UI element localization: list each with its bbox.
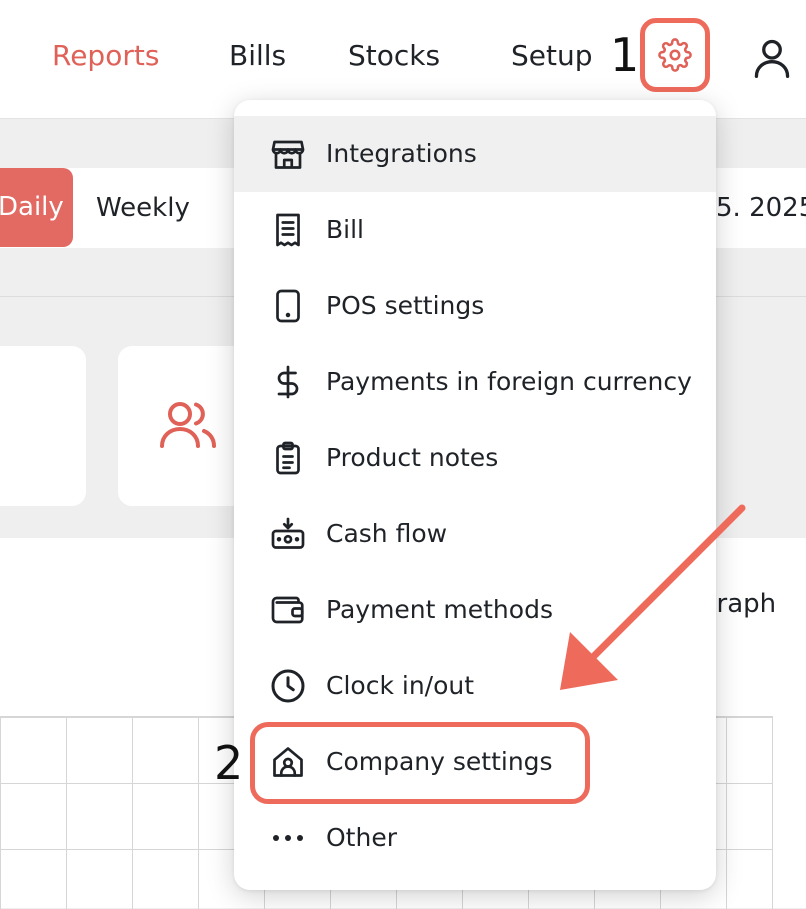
user-icon[interactable] xyxy=(750,36,794,80)
clipboard-icon xyxy=(276,441,300,475)
cash-register-icon xyxy=(271,517,305,549)
dollar-icon xyxy=(277,365,299,399)
menu-item-bill[interactable]: Bill xyxy=(234,192,716,268)
wallet-icon xyxy=(271,596,304,624)
menu-item-integrations[interactable]: Integrations xyxy=(234,116,716,192)
date-range-text[interactable]: 5. 2025 xyxy=(716,188,806,228)
store-icon xyxy=(271,140,305,169)
menu-item-other[interactable]: Other xyxy=(234,800,716,876)
annotation-arrow-icon xyxy=(560,504,746,690)
menu-item-label: Integrations xyxy=(326,139,477,168)
company-settings-highlight xyxy=(250,722,590,804)
daily-label: Daily xyxy=(0,192,64,222)
nav-setup[interactable]: Setup xyxy=(511,36,593,76)
nav-bills[interactable]: Bills xyxy=(229,36,286,76)
nav-reports[interactable]: Reports xyxy=(52,36,159,76)
step-1-annotation: 1 xyxy=(610,28,640,82)
step-2-annotation: 2 xyxy=(214,736,244,790)
tablet-icon xyxy=(276,289,300,323)
menu-item-product-notes[interactable]: Product notes xyxy=(234,420,716,496)
settings-button[interactable] xyxy=(640,18,710,92)
gear-icon xyxy=(658,38,692,72)
menu-item-label: Other xyxy=(326,823,397,852)
menu-item-label: Bill xyxy=(326,215,364,244)
menu-item-foreign-currency[interactable]: Payments in foreign currency xyxy=(234,344,716,420)
menu-item-label: Payments in foreign currency xyxy=(326,367,692,396)
menu-item-label: Clock in/out xyxy=(326,671,475,700)
menu-item-label: POS settings xyxy=(326,291,485,320)
menu-item-label: Product notes xyxy=(326,443,499,472)
daily-button[interactable]: Daily xyxy=(0,168,73,247)
receipt-icon xyxy=(276,213,300,247)
clock-icon xyxy=(271,669,305,703)
stat-card[interactable] xyxy=(0,346,86,506)
nav-stocks[interactable]: Stocks xyxy=(348,36,440,76)
more-horizontal-icon xyxy=(273,835,303,841)
weekly-button[interactable]: Weekly xyxy=(96,188,190,228)
users-icon xyxy=(160,402,216,448)
menu-item-label: Payment methods xyxy=(326,595,553,624)
menu-item-label: Cash flow xyxy=(326,519,448,548)
menu-item-pos-settings[interactable]: POS settings xyxy=(234,268,716,344)
